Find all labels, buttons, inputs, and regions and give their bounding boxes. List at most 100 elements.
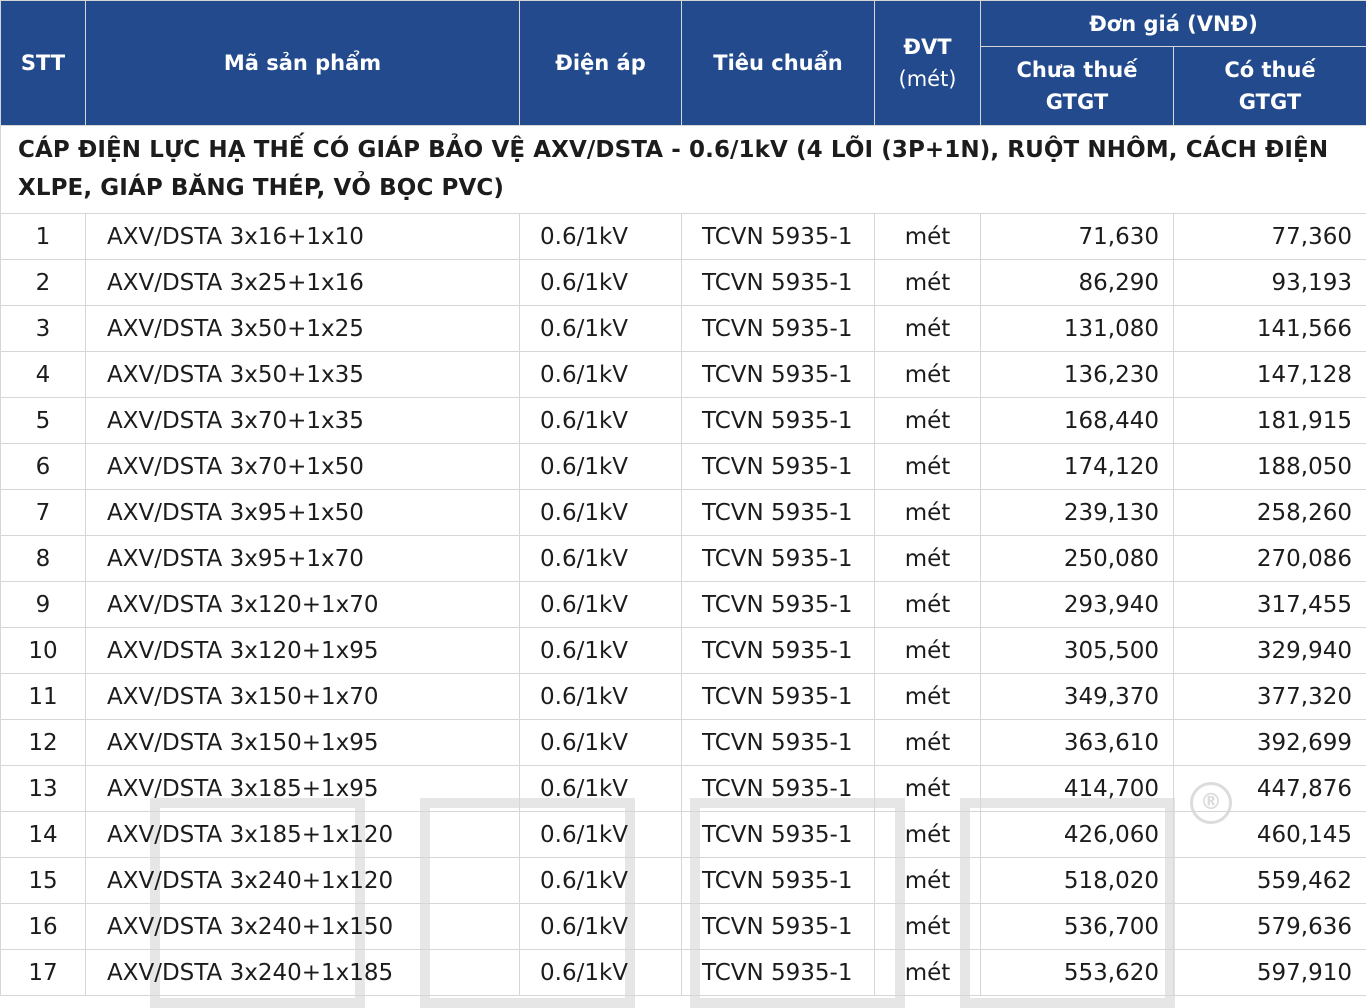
cell-unit: mét — [875, 720, 981, 766]
cell-product-code: AXV/DSTA 3x70+1x50 — [86, 444, 520, 490]
cell-unit: mét — [875, 766, 981, 812]
cell-voltage: 0.6/1kV — [520, 720, 682, 766]
cell-voltage: 0.6/1kV — [520, 904, 682, 950]
header-price-excl-tax: Chưa thuế GTGT — [981, 47, 1174, 126]
cell-unit: mét — [875, 812, 981, 858]
header-price-excl-line2: GTGT — [981, 86, 1173, 118]
cell-stt: 15 — [1, 858, 86, 904]
cell-unit: mét — [875, 536, 981, 582]
section-row: CÁP ĐIỆN LỰC HẠ THẾ CÓ GIÁP BẢO VỆ AXV/D… — [1, 126, 1366, 214]
cell-product-code: AXV/DSTA 3x185+1x95 — [86, 766, 520, 812]
header-stt: STT — [1, 1, 86, 126]
cell-product-code: AXV/DSTA 3x185+1x120 — [86, 812, 520, 858]
cell-product-code: AXV/DSTA 3x150+1x70 — [86, 674, 520, 720]
cell-price-excl-tax: 363,610 — [981, 720, 1174, 766]
cell-price-incl-tax: 93,193 — [1174, 260, 1366, 306]
cell-unit: mét — [875, 628, 981, 674]
cell-voltage: 0.6/1kV — [520, 812, 682, 858]
cell-product-code: AXV/DSTA 3x95+1x70 — [86, 536, 520, 582]
cell-price-excl-tax: 174,120 — [981, 444, 1174, 490]
table-header: STT Mã sản phẩm Điện áp Tiêu chuẩn ĐVT (… — [1, 1, 1366, 126]
cell-price-incl-tax: 270,086 — [1174, 536, 1366, 582]
header-voltage: Điện áp — [520, 1, 682, 126]
cell-voltage: 0.6/1kV — [520, 398, 682, 444]
cell-price-excl-tax: 250,080 — [981, 536, 1174, 582]
cell-product-code: AXV/DSTA 3x50+1x25 — [86, 306, 520, 352]
cell-stt: 10 — [1, 628, 86, 674]
cell-standard: TCVN 5935-1 — [682, 812, 875, 858]
cell-voltage: 0.6/1kV — [520, 766, 682, 812]
cell-price-excl-tax: 536,700 — [981, 904, 1174, 950]
table-row: 17AXV/DSTA 3x240+1x1850.6/1kVTCVN 5935-1… — [1, 950, 1366, 996]
cell-standard: TCVN 5935-1 — [682, 306, 875, 352]
cell-unit: mét — [875, 858, 981, 904]
cell-price-excl-tax: 168,440 — [981, 398, 1174, 444]
cell-price-excl-tax: 414,700 — [981, 766, 1174, 812]
cell-price-excl-tax: 136,230 — [981, 352, 1174, 398]
cell-unit: mét — [875, 306, 981, 352]
price-table: STT Mã sản phẩm Điện áp Tiêu chuẩn ĐVT (… — [0, 0, 1366, 996]
cell-price-incl-tax: 579,636 — [1174, 904, 1366, 950]
cell-standard: TCVN 5935-1 — [682, 536, 875, 582]
cell-stt: 11 — [1, 674, 86, 720]
table-row: 6AXV/DSTA 3x70+1x500.6/1kVTCVN 5935-1mét… — [1, 444, 1366, 490]
table-row: 1AXV/DSTA 3x16+1x100.6/1kVTCVN 5935-1mét… — [1, 214, 1366, 260]
cell-price-excl-tax: 293,940 — [981, 582, 1174, 628]
cell-unit: mét — [875, 260, 981, 306]
cell-unit: mét — [875, 582, 981, 628]
cell-product-code: AXV/DSTA 3x95+1x50 — [86, 490, 520, 536]
table-body: CÁP ĐIỆN LỰC HẠ THẾ CÓ GIÁP BẢO VỆ AXV/D… — [1, 126, 1366, 996]
cell-price-excl-tax: 518,020 — [981, 858, 1174, 904]
cell-unit: mét — [875, 398, 981, 444]
cell-price-incl-tax: 447,876 — [1174, 766, 1366, 812]
cell-stt: 14 — [1, 812, 86, 858]
table-row: 15AXV/DSTA 3x240+1x1200.6/1kVTCVN 5935-1… — [1, 858, 1366, 904]
cell-price-incl-tax: 141,566 — [1174, 306, 1366, 352]
header-standard: Tiêu chuẩn — [682, 1, 875, 126]
cell-product-code: AXV/DSTA 3x240+1x185 — [86, 950, 520, 996]
cell-product-code: AXV/DSTA 3x70+1x35 — [86, 398, 520, 444]
cell-price-excl-tax: 553,620 — [981, 950, 1174, 996]
header-unit-line1: ĐVT — [875, 31, 980, 63]
cell-standard: TCVN 5935-1 — [682, 628, 875, 674]
header-price-incl-line2: GTGT — [1174, 86, 1366, 118]
table-row: 10AXV/DSTA 3x120+1x950.6/1kVTCVN 5935-1m… — [1, 628, 1366, 674]
cell-standard: TCVN 5935-1 — [682, 214, 875, 260]
cell-voltage: 0.6/1kV — [520, 950, 682, 996]
cell-price-excl-tax: 239,130 — [981, 490, 1174, 536]
cell-unit: mét — [875, 904, 981, 950]
table-row: 8AXV/DSTA 3x95+1x700.6/1kVTCVN 5935-1mét… — [1, 536, 1366, 582]
cell-stt: 5 — [1, 398, 86, 444]
cell-product-code: AXV/DSTA 3x240+1x150 — [86, 904, 520, 950]
header-price-incl-line1: Có thuế — [1174, 54, 1366, 86]
cell-price-incl-tax: 460,145 — [1174, 812, 1366, 858]
cell-price-excl-tax: 349,370 — [981, 674, 1174, 720]
header-product-code: Mã sản phẩm — [86, 1, 520, 126]
cell-stt: 8 — [1, 536, 86, 582]
header-price-incl-tax: Có thuế GTGT — [1174, 47, 1366, 126]
cell-price-incl-tax: 377,320 — [1174, 674, 1366, 720]
cell-price-incl-tax: 77,360 — [1174, 214, 1366, 260]
cell-unit: mét — [875, 674, 981, 720]
table-row: 7AXV/DSTA 3x95+1x500.6/1kVTCVN 5935-1mét… — [1, 490, 1366, 536]
cell-product-code: AXV/DSTA 3x50+1x35 — [86, 352, 520, 398]
cell-unit: mét — [875, 490, 981, 536]
table-row: 12AXV/DSTA 3x150+1x950.6/1kVTCVN 5935-1m… — [1, 720, 1366, 766]
cell-voltage: 0.6/1kV — [520, 214, 682, 260]
cell-voltage: 0.6/1kV — [520, 536, 682, 582]
cell-stt: 3 — [1, 306, 86, 352]
cell-standard: TCVN 5935-1 — [682, 490, 875, 536]
cell-price-incl-tax: 559,462 — [1174, 858, 1366, 904]
cell-voltage: 0.6/1kV — [520, 444, 682, 490]
cell-stt: 6 — [1, 444, 86, 490]
table-row: 9AXV/DSTA 3x120+1x700.6/1kVTCVN 5935-1mé… — [1, 582, 1366, 628]
header-price-group: Đơn giá (VNĐ) — [981, 1, 1366, 47]
table-row: 11AXV/DSTA 3x150+1x700.6/1kVTCVN 5935-1m… — [1, 674, 1366, 720]
header-unit: ĐVT (mét) — [875, 1, 981, 126]
cell-price-excl-tax: 71,630 — [981, 214, 1174, 260]
cell-standard: TCVN 5935-1 — [682, 674, 875, 720]
cell-stt: 4 — [1, 352, 86, 398]
cell-product-code: AXV/DSTA 3x240+1x120 — [86, 858, 520, 904]
cell-unit: mét — [875, 352, 981, 398]
cell-price-incl-tax: 147,128 — [1174, 352, 1366, 398]
